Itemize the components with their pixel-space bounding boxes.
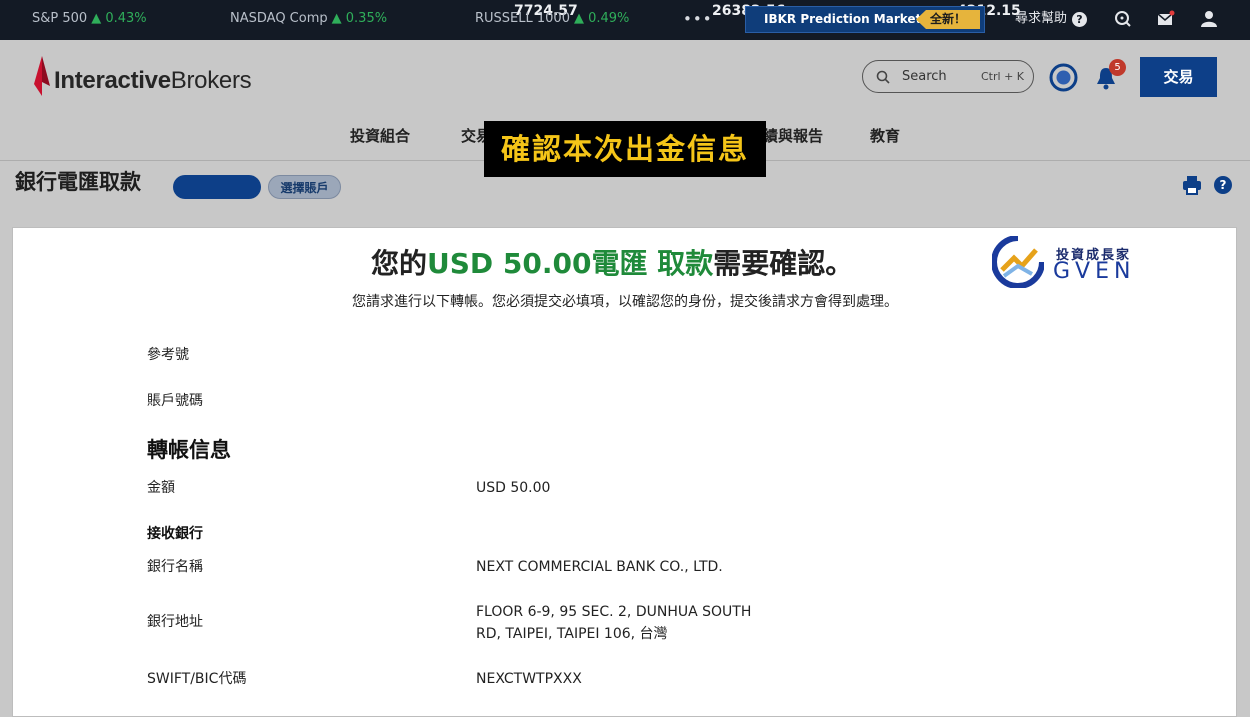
help-icon[interactable]: ? xyxy=(1214,176,1232,194)
ticker-item-sp500[interactable]: S&P 500 7724.57 ▲ 0.43% xyxy=(32,0,578,40)
headline-amount: USD 50.00電匯 取款 xyxy=(427,247,714,280)
select-account-button[interactable]: 選擇賬戶 xyxy=(268,175,341,199)
more-tickers-button[interactable]: ••• xyxy=(683,0,713,38)
help-link[interactable]: 尋求幫助 xyxy=(1015,0,1067,38)
reference-label: 參考號 xyxy=(147,347,189,363)
ibkr-logo-icon[interactable] xyxy=(30,56,52,96)
ticker-name: RUSSELL 1000 xyxy=(475,11,570,26)
mail-icon[interactable] xyxy=(1157,10,1175,28)
ticker-item-nasdaq[interactable]: NASDAQ Comp26382.56▲ 0.35% xyxy=(230,0,786,40)
new-badge: 全新！ xyxy=(916,10,980,29)
bank-address-line1: FLOOR 6-9, 95 SEC. 2, DUNHUA SOUTH xyxy=(476,604,752,620)
ticker-change: ▲ 0.49% xyxy=(573,11,630,26)
prediction-markets-label: IBKR Prediction Markets xyxy=(764,12,929,26)
search-icon xyxy=(876,70,890,84)
annotation-caption: 確認本次出金信息 xyxy=(484,121,766,177)
swift-value: NEXCTWTPXXX xyxy=(476,671,582,687)
search-input[interactable]: Search Ctrl + K xyxy=(862,60,1034,93)
headline-prefix: 您的 xyxy=(371,247,428,280)
circle-logo-icon[interactable] xyxy=(1049,63,1078,92)
logo-brand-part: Interactive xyxy=(54,67,171,94)
search-placeholder: Search xyxy=(902,69,947,84)
market-ticker-bar: S&P 5007724.57▲ 0.43% NASDAQ Comp26382.5… xyxy=(0,0,1250,40)
transfer-info-heading: 轉帳信息 xyxy=(147,438,231,462)
receiving-bank-heading: 接收銀行 xyxy=(147,526,203,542)
nav-item-reports[interactable]: 績與報告 xyxy=(763,118,823,154)
watermark-name: GVEN xyxy=(1053,259,1136,284)
confirmation-headline: 您的USD 50.00電匯 取款需要確認。 xyxy=(371,244,853,284)
bank-name-label: 銀行名稱 xyxy=(147,559,203,575)
ticker-change: ▲ 0.43% xyxy=(91,11,147,26)
notification-count-badge: 5 xyxy=(1109,59,1126,76)
chat-icon[interactable] xyxy=(1114,10,1132,28)
print-icon[interactable] xyxy=(1182,175,1202,195)
ticker-name: NASDAQ Comp xyxy=(230,11,328,26)
prediction-markets-banner[interactable]: IBKR Prediction Markets 全新！ xyxy=(745,6,985,33)
account-pill[interactable] xyxy=(173,175,261,199)
headline-suffix: 需要確認。 xyxy=(713,247,854,280)
ticker-name: S&P 500 xyxy=(32,11,88,26)
trade-button[interactable]: 交易 xyxy=(1140,57,1217,97)
nav-item-education[interactable]: 教育 xyxy=(870,118,900,154)
ibkr-logo-text[interactable]: InteractiveBrokers xyxy=(54,67,252,95)
watermark-logo-icon xyxy=(992,236,1044,288)
bank-name-value: NEXT COMMERCIAL BANK CO., LTD. xyxy=(476,559,723,575)
bank-address-line2: RD, TAIPEI, TAIPEI 106, 台灣 xyxy=(476,626,668,642)
account-number-label: 賬戶號碼 xyxy=(147,393,203,409)
bank-address-label: 銀行地址 xyxy=(147,614,203,630)
search-shortcut: Ctrl + K xyxy=(981,70,1024,83)
ticker-item-russell[interactable]: RUSSELL 1000 4212.15 ▲ 0.49% xyxy=(475,0,1021,40)
page-title: 銀行電匯取款 xyxy=(15,170,141,194)
amount-label: 金額 xyxy=(147,480,175,496)
nav-item-portfolio[interactable]: 投資組合 xyxy=(350,118,410,154)
swift-label: SWIFT/BIC代碼 xyxy=(147,671,247,687)
help-question-icon[interactable]: ? xyxy=(1072,12,1087,27)
confirmation-subtext: 您請求進行以下轉帳。您必須提交必填項，以確認您的身份，提交後請求方會得到處理。 xyxy=(352,294,898,310)
user-icon[interactable] xyxy=(1200,10,1218,28)
logo-brand-part2: Brokers xyxy=(170,67,252,94)
ticker-change: ▲ 0.35% xyxy=(331,11,388,26)
amount-value: USD 50.00 xyxy=(476,480,551,496)
